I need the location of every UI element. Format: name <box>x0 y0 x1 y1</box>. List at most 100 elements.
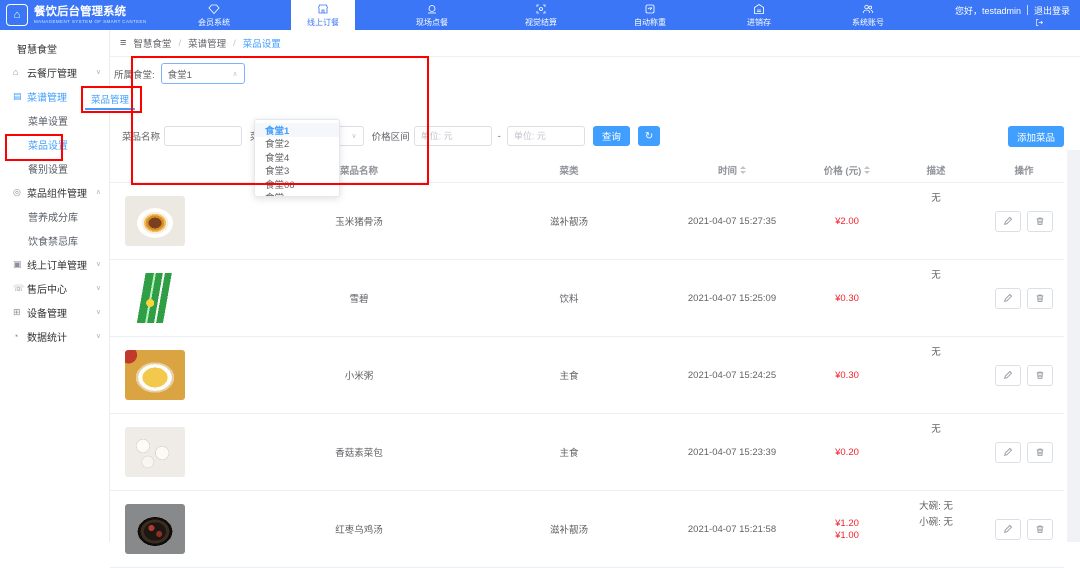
canteen-dropdown-panel: 食堂1 食堂2 食堂4 食堂3 食堂06 食堂 <box>254 119 340 197</box>
breadcrumb-item[interactable]: 智慧食堂 <box>133 36 171 50</box>
logout-link[interactable]: 退出登录 <box>1034 4 1070 17</box>
dish-name: 红枣乌鸡汤 <box>238 491 480 567</box>
col-header-price: 价格 (元) <box>806 163 888 177</box>
devices-icon: ⊞ <box>13 307 27 318</box>
nav-system-account[interactable]: 系统账号 <box>836 0 900 30</box>
users-icon <box>862 3 874 15</box>
refresh-icon: ↻ <box>645 131 653 142</box>
scale-icon <box>644 3 656 15</box>
dropdown-option[interactable]: 食堂1 <box>255 123 339 137</box>
search-button[interactable]: 查询 <box>593 126 630 146</box>
sidebar-item-dish-components[interactable]: ◎ 菜品组件管理 ∧ <box>0 180 109 204</box>
dish-price: ¥0.20 <box>835 447 859 458</box>
page-background-strip <box>1067 150 1080 542</box>
delete-button[interactable] <box>1027 442 1053 463</box>
sidebar-item-cloud-restaurant[interactable]: ⌂ 云餐厅管理 ∨ <box>0 60 109 84</box>
sidebar-item-smart-canteen[interactable]: 智慧食堂 <box>0 36 109 60</box>
col-header-desc: 描述 <box>888 163 984 177</box>
sidebar-item-devices[interactable]: ⊞ 设备管理 ∨ <box>0 300 109 324</box>
dish-time: 2021-04-07 15:21:58 <box>658 491 806 567</box>
delete-button[interactable] <box>1027 365 1053 386</box>
dropdown-option[interactable]: 食堂3 <box>255 164 339 178</box>
dish-photo <box>125 196 185 246</box>
price-min-input[interactable] <box>414 126 492 146</box>
delete-button[interactable] <box>1027 519 1053 540</box>
divider <box>1027 5 1028 15</box>
edit-button[interactable] <box>995 211 1021 232</box>
dish-time: 2021-04-07 15:23:39 <box>658 414 806 490</box>
range-separator: - <box>498 131 501 142</box>
filter-row: 菜品名称 菜类: 请选择菜类 ∨ 价格区间 - 查询 ↻ <box>110 126 660 146</box>
edit-button[interactable] <box>995 442 1021 463</box>
nav-inventory[interactable]: 进销存 <box>727 0 791 30</box>
dropdown-option[interactable]: 食堂4 <box>255 150 339 164</box>
table-row: 香菇素菜包 主食 2021-04-07 15:23:39 ¥0.20 无 <box>110 414 1064 491</box>
sidebar-item-after-sales[interactable]: ☏ 售后中心 ∨ <box>0 276 109 300</box>
top-nav: 会员系统 线上订餐 现场点餐 视觉结算 自动称重 进销存 系统账号 <box>178 0 928 30</box>
price-max-input[interactable] <box>507 126 585 146</box>
edit-button[interactable] <box>995 519 1021 540</box>
nav-dine-in-order[interactable]: 现场点餐 <box>400 0 464 30</box>
main-content: ≡ 智慧食堂 / 菜谱管理 / 菜品设置 所属食堂: 食堂1 ∧ 菜品名称 菜类… <box>110 30 1080 542</box>
col-header-category: 菜类 <box>480 163 658 177</box>
edit-button[interactable] <box>995 288 1021 309</box>
sidebar-item-diet-taboo-library[interactable]: 饮食禁忌库 <box>0 228 109 252</box>
plate-icon <box>426 3 438 15</box>
nav-online-order[interactable]: 线上订餐 <box>291 0 355 30</box>
chevron-down-icon: ∨ <box>96 332 101 340</box>
chevron-down-icon: ∨ <box>352 132 357 140</box>
breadcrumb-item[interactable]: 菜谱管理 <box>188 36 226 50</box>
delete-button[interactable] <box>1027 288 1053 309</box>
dish-time: 2021-04-07 15:24:25 <box>658 337 806 413</box>
dish-name-input[interactable] <box>164 126 242 146</box>
nav-member-system[interactable]: 会员系统 <box>182 0 246 30</box>
sort-price-icon[interactable] <box>864 163 870 177</box>
menu-icon: ▤ <box>13 91 27 102</box>
warehouse-icon <box>753 3 765 15</box>
table-row: 红枣乌鸡汤 滋补靓汤 2021-04-07 15:21:58 ¥1.20 ¥1.… <box>110 491 1064 568</box>
dish-photo <box>125 504 185 554</box>
sidebar-item-statistics[interactable]: ◔ 数据统计 ∨ <box>0 324 109 348</box>
top-bar: ⌂ 餐饮后台管理系统 MANAGEMENT SYSTEM OF SMART CA… <box>0 0 1080 30</box>
sidebar-item-mealtype-settings[interactable]: 餐别设置 <box>0 156 109 180</box>
dish-desc: 无 <box>931 267 941 281</box>
sidebar-item-menu-settings[interactable]: 菜单设置 <box>0 108 109 132</box>
chevron-up-icon: ∧ <box>96 188 101 196</box>
dish-price: ¥2.00 <box>835 216 859 227</box>
sort-time-icon[interactable] <box>740 163 746 177</box>
app-subtitle: MANAGEMENT SYSTEM OF SMART CANTEEN <box>34 19 147 24</box>
app-title: 餐饮后台管理系统 <box>34 6 147 19</box>
tab-dish-management[interactable]: 菜品管理 <box>85 89 135 110</box>
chevron-down-icon: ∨ <box>96 260 101 268</box>
components-icon: ◎ <box>13 187 27 198</box>
breadcrumb-current: 菜品设置 <box>243 36 281 50</box>
dish-desc: 无 <box>931 344 941 358</box>
col-header-ops: 操作 <box>984 163 1064 177</box>
dish-name-label: 菜品名称 <box>122 129 160 143</box>
dish-category: 滋补靓汤 <box>480 491 658 567</box>
dish-name: 香菇素菜包 <box>238 414 480 490</box>
sidebar-item-nutrition-library[interactable]: 营养成分库 <box>0 204 109 228</box>
dropdown-option-clipped[interactable]: 食堂 <box>255 191 339 198</box>
table-row: 小米粥 主食 2021-04-07 15:24:25 ¥0.30 无 <box>110 337 1064 414</box>
col-header-time: 时间 <box>658 163 806 177</box>
add-dish-button[interactable]: 添加菜品 <box>1008 126 1064 147</box>
dish-desc: 小碗: 无 <box>919 514 953 528</box>
edit-button[interactable] <box>995 365 1021 386</box>
price-range-label: 价格区间 <box>372 129 410 143</box>
logout-icon[interactable] <box>1035 18 1070 27</box>
nav-vision-checkout[interactable]: 视觉结算 <box>509 0 573 30</box>
sidebar-item-online-orders[interactable]: ▣ 线上订单管理 ∨ <box>0 252 109 276</box>
dish-category: 滋补靓汤 <box>480 183 658 259</box>
sidebar-item-dish-settings[interactable]: 菜品设置 <box>0 132 109 156</box>
collapse-sidebar-icon[interactable]: ≡ <box>120 37 126 49</box>
chevron-down-icon: ∨ <box>96 68 101 76</box>
dropdown-option[interactable]: 食堂06 <box>255 177 339 191</box>
nav-auto-weighing[interactable]: 自动称重 <box>618 0 682 30</box>
reset-button[interactable]: ↻ <box>638 126 660 146</box>
delete-button[interactable] <box>1027 211 1053 232</box>
dish-desc: 无 <box>931 190 941 204</box>
dish-name: 雪碧 <box>238 260 480 336</box>
dropdown-option[interactable]: 食堂2 <box>255 137 339 151</box>
canteen-select[interactable]: 食堂1 ∧ <box>161 63 245 84</box>
